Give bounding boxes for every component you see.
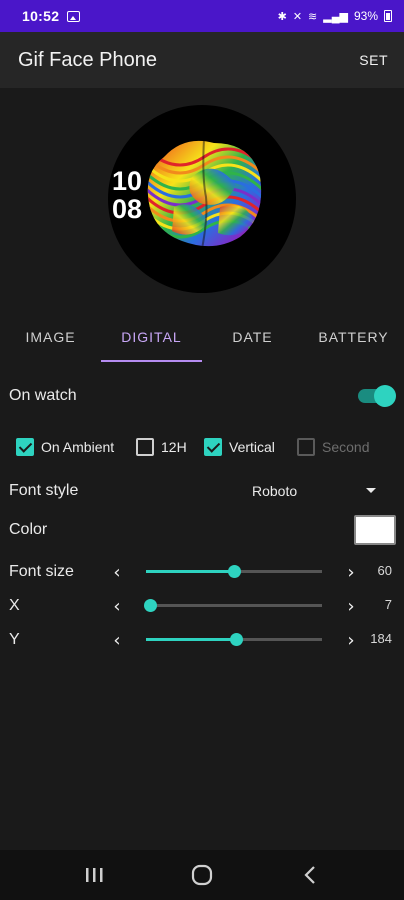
y-value: 184 [370, 631, 392, 646]
status-time: 10:52 [22, 8, 60, 24]
y-slider[interactable] [146, 633, 322, 646]
vertical-checkbox[interactable]: Vertical [204, 438, 275, 456]
on-watch-row: On watch [0, 382, 404, 410]
wifi-icon: ≋ [308, 10, 318, 23]
chevron-down-icon[interactable] [366, 488, 376, 493]
tab-digital[interactable]: DIGITAL [101, 312, 202, 362]
decrease-chevron-icon[interactable]: ‹ [108, 562, 126, 583]
checkbox-box [297, 438, 315, 456]
decrease-chevron-icon[interactable]: ‹ [108, 596, 126, 617]
app-bar: Gif Face Phone SET [0, 32, 404, 88]
on-watch-label: On watch [9, 387, 77, 404]
color-label: Color [9, 521, 48, 538]
slider-thumb[interactable] [229, 633, 243, 646]
battery-percent: 93% [353, 9, 378, 23]
color-swatch[interactable] [354, 515, 396, 545]
slider-fill [146, 570, 234, 573]
checkbox-box [16, 438, 34, 456]
status-bar: 10:52 ✱ ✕ ≋ ▂▄▆ 93% [0, 0, 404, 32]
x-value: 7 [384, 597, 392, 612]
increase-chevron-icon[interactable]: › [342, 630, 360, 651]
on-ambient-label: On Ambient [41, 439, 115, 455]
font-size-slider[interactable] [146, 565, 322, 578]
recents-icon [86, 868, 103, 882]
home-icon [191, 864, 213, 886]
recents-button[interactable] [74, 855, 114, 895]
battery-icon [384, 10, 392, 22]
x-label: X [9, 597, 20, 614]
status-icons: ✱ ✕ ≋ ▂▄▆ 93% [278, 9, 392, 23]
home-button[interactable] [182, 855, 222, 895]
toggle-knob [374, 385, 396, 407]
slider-thumb[interactable] [143, 599, 157, 612]
watch-digital-time: 10 08 [112, 167, 142, 223]
signal-icon: ▂▄▆ [323, 10, 348, 23]
second-label: Second [322, 439, 370, 455]
decrease-chevron-icon[interactable]: ‹ [108, 630, 126, 651]
on-ambient-checkbox[interactable]: On Ambient [16, 438, 114, 456]
app-title: Gif Face Phone [18, 48, 157, 71]
font-style-dropdown[interactable]: Roboto [252, 483, 297, 499]
gallery-notification-icon [67, 10, 81, 22]
on-watch-toggle[interactable] [358, 385, 396, 407]
checkbox-box [136, 438, 154, 456]
increase-chevron-icon[interactable]: › [342, 596, 360, 617]
font-style-label: Font style [9, 482, 79, 499]
watch-hour: 10 [112, 166, 143, 196]
bluetooth-icon: ✱ [277, 10, 287, 23]
y-row: Y ‹ › 184 [0, 628, 404, 652]
font-size-value: 60 [377, 563, 392, 578]
tab-date[interactable]: DATE [202, 312, 303, 362]
back-icon [304, 866, 315, 884]
font-style-row: Font style Roboto [0, 478, 404, 504]
font-size-row: Font size ‹ › 60 [0, 560, 404, 584]
gif-image [147, 140, 262, 247]
increase-chevron-icon[interactable]: › [342, 562, 360, 583]
system-nav-bar [0, 850, 404, 900]
set-button[interactable]: SET [359, 52, 388, 68]
tab-image[interactable]: IMAGE [0, 312, 101, 362]
checkbox-box [204, 438, 222, 456]
mute-icon: ✕ [292, 10, 303, 23]
x-slider[interactable] [143, 599, 322, 612]
slider-thumb[interactable] [228, 565, 241, 578]
settings-tabs: IMAGE DIGITAL DATE BATTERY [0, 312, 404, 362]
font-size-label: Font size [9, 563, 74, 580]
tab-battery[interactable]: BATTERY [303, 312, 404, 362]
checkbox-row: On Ambient 12H Vertical Second [0, 436, 404, 458]
second-checkbox: Second [297, 438, 369, 456]
slider-fill [146, 638, 236, 641]
watch-minute: 08 [112, 194, 143, 224]
x-row: X ‹ › 7 [0, 594, 404, 618]
watch-face-preview: 10 08 [108, 105, 296, 293]
12h-label: 12H [161, 439, 187, 455]
color-row: Color [0, 515, 404, 545]
y-label: Y [9, 631, 20, 648]
back-button[interactable] [290, 855, 330, 895]
vertical-label: Vertical [229, 439, 275, 455]
12h-checkbox[interactable]: 12H [136, 438, 187, 456]
